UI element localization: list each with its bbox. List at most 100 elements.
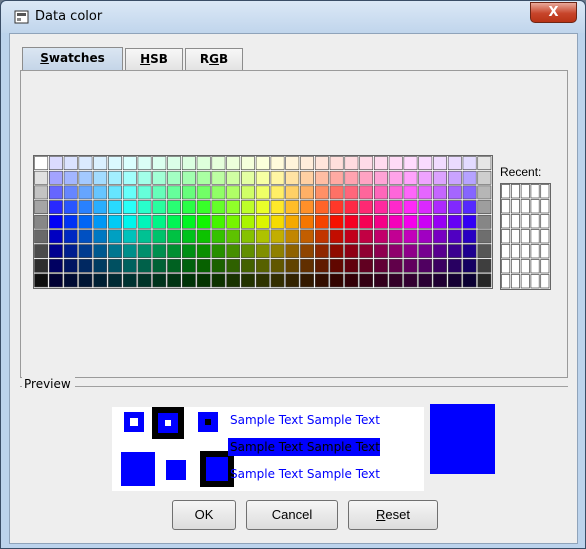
swatch-cell[interactable] [152,170,167,185]
recent-swatch-cell[interactable] [510,214,520,229]
swatch-cell[interactable] [418,229,433,244]
swatch-cell[interactable] [63,244,78,258]
swatch-cell[interactable] [300,214,315,229]
swatch-cell[interactable] [122,273,137,288]
swatch-cell[interactable] [388,244,403,258]
swatch-cell[interactable] [255,214,270,229]
swatch-cell[interactable] [403,185,418,200]
swatch-cell[interactable] [181,214,196,229]
recent-swatches-canvas[interactable] [501,184,550,289]
swatch-cell[interactable] [329,185,344,200]
swatch-cell[interactable] [447,273,462,288]
swatch-cell[interactable] [226,214,241,229]
swatch-cell[interactable] [196,170,211,185]
swatch-cell[interactable] [314,214,329,229]
swatch-cell[interactable] [48,214,63,229]
swatch-cell[interactable] [388,229,403,244]
swatch-cell[interactable] [137,273,152,288]
swatch-cell[interactable] [462,200,477,214]
swatch-cell[interactable] [359,170,374,185]
swatch-cell[interactable] [344,229,359,244]
swatch-cell[interactable] [34,258,49,273]
swatch-cell[interactable] [108,200,122,214]
swatch-cell[interactable] [300,185,315,200]
swatch-cell[interactable] [63,229,78,244]
swatch-cell[interactable] [152,214,167,229]
swatch-cell[interactable] [418,170,433,185]
swatch-cell[interactable] [93,156,108,170]
swatch-cell[interactable] [255,244,270,258]
swatch-cell[interactable] [418,258,433,273]
swatch-cell[interactable] [78,214,93,229]
swatch-cell[interactable] [462,258,477,273]
swatch-cell[interactable] [388,273,403,288]
swatch-cell[interactable] [48,229,63,244]
recent-swatch-cell[interactable] [530,214,540,229]
swatch-cell[interactable] [241,214,255,229]
swatch-cell[interactable] [344,214,359,229]
swatch-cell[interactable] [374,185,388,200]
swatch-cell[interactable] [314,244,329,258]
swatch-cell[interactable] [167,244,182,258]
swatch-cell[interactable] [255,185,270,200]
recent-swatch-cell[interactable] [530,184,540,199]
swatch-cell[interactable] [285,156,300,170]
swatch-cell[interactable] [226,185,241,200]
swatch-cell[interactable] [48,156,63,170]
swatch-cell[interactable] [122,185,137,200]
swatch-cell[interactable] [167,273,182,288]
swatch-cell[interactable] [137,170,152,185]
swatch-cell[interactable] [403,244,418,258]
recent-swatch-cell[interactable] [540,244,550,259]
swatch-cell[interactable] [462,229,477,244]
swatch-cell[interactable] [122,229,137,244]
swatch-cell[interactable] [418,200,433,214]
swatch-cell[interactable] [374,244,388,258]
recent-swatch-cell[interactable] [501,259,511,274]
swatch-cell[interactable] [433,170,447,185]
swatch-cell[interactable] [418,273,433,288]
swatch-cell[interactable] [152,258,167,273]
swatch-cell[interactable] [329,229,344,244]
reset-button[interactable]: Reset [348,500,438,530]
swatch-cell[interactable] [462,244,477,258]
swatch-cell[interactable] [388,185,403,200]
recent-swatch-cell[interactable] [510,229,520,244]
swatch-cell[interactable] [329,170,344,185]
recent-swatch-cell[interactable] [501,244,511,259]
swatch-cell[interactable] [300,200,315,214]
swatch-cell[interactable] [122,214,137,229]
recent-swatch-cell[interactable] [540,214,550,229]
swatch-cell[interactable] [270,229,285,244]
swatch-cell[interactable] [447,185,462,200]
swatch-cell[interactable] [122,170,137,185]
swatch-cell[interactable] [78,229,93,244]
swatch-cell[interactable] [181,273,196,288]
swatch-cell[interactable] [211,170,226,185]
swatch-cell[interactable] [34,185,49,200]
swatch-cell[interactable] [433,185,447,200]
swatch-cell[interactable] [270,258,285,273]
swatch-cell[interactable] [418,185,433,200]
close-button[interactable]: X [530,2,577,23]
swatch-cell[interactable] [433,229,447,244]
swatch-cell[interactable] [241,229,255,244]
swatch-cell[interactable] [167,156,182,170]
swatch-cell[interactable] [329,156,344,170]
swatch-cell[interactable] [344,200,359,214]
swatch-cell[interactable] [34,229,49,244]
swatch-cell[interactable] [418,244,433,258]
swatch-cell[interactable] [211,258,226,273]
swatch-cell[interactable] [285,170,300,185]
swatch-cell[interactable] [196,258,211,273]
recent-swatch-cell[interactable] [530,199,540,214]
swatch-cell[interactable] [329,214,344,229]
swatch-cell[interactable] [34,273,49,288]
swatch-cell[interactable] [78,273,93,288]
swatch-cell[interactable] [418,214,433,229]
swatch-cell[interactable] [241,244,255,258]
swatch-cell[interactable] [108,185,122,200]
swatch-cell[interactable] [63,214,78,229]
swatch-cell[interactable] [167,170,182,185]
swatch-cell[interactable] [93,214,108,229]
